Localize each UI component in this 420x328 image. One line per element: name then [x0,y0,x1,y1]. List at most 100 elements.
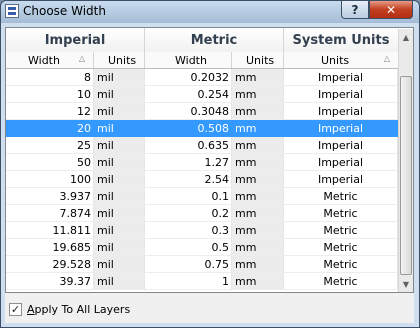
metric-units-cell[interactable]: mm [232,137,284,154]
imperial-units-cell[interactable]: mil [94,273,145,290]
imperial-units-cell[interactable]: mil [94,86,145,103]
system-units-cell[interactable]: Metric [284,239,398,256]
metric-units-cell[interactable]: mm [232,103,284,120]
column-header-system-units[interactable]: Units △ [284,52,398,68]
vertical-scrollbar[interactable]: ▲ ▼ [398,29,413,292]
imperial-width-cell[interactable]: 10 [6,86,94,103]
metric-width-cell[interactable]: 0.5 [145,239,232,256]
metric-units-cell[interactable]: mm [232,256,284,273]
table-row[interactable]: 19.685 mil 0.5 mm Metric [6,239,398,256]
imperial-units-cell[interactable]: mil [94,154,145,171]
metric-units-cell[interactable]: mm [232,273,284,290]
metric-units-cell[interactable]: mm [232,239,284,256]
system-units-cell[interactable]: Metric [284,256,398,273]
title-bar[interactable]: Choose Width ? ✕ [1,1,419,23]
imperial-width-cell[interactable]: 19.685 [6,239,94,256]
imperial-width-cell[interactable]: 100 [6,171,94,188]
imperial-units-cell[interactable]: mil [94,171,145,188]
column-header-metric-width[interactable]: Width [145,52,232,68]
metric-width-cell[interactable]: 1 [145,273,232,290]
sort-ascending-icon: △ [383,54,390,63]
system-units-cell[interactable]: Metric [284,273,398,290]
metric-width-cell[interactable]: 2.54 [145,171,232,188]
scroll-up-arrow-icon[interactable]: ▲ [399,29,413,45]
apply-to-all-layers-checkbox[interactable]: ✓ [9,303,22,316]
table-row[interactable]: 20 mil 0.508 mm Imperial [6,120,398,137]
table-row[interactable]: 29.528 mil 0.75 mm Metric [6,256,398,273]
group-header-system-units: System Units [292,32,390,48]
metric-units-cell[interactable]: mm [232,154,284,171]
system-units-cell[interactable]: Metric [284,222,398,239]
system-units-cell[interactable]: Imperial [284,154,398,171]
column-header-metric-units[interactable]: Units [232,52,284,68]
metric-width-cell[interactable]: 0.635 [145,137,232,154]
system-units-cell[interactable]: Imperial [284,86,398,103]
imperial-units-cell[interactable]: mil [94,69,145,86]
metric-width-cell[interactable]: 1.27 [145,154,232,171]
dialog-footer: ✓ Apply To All Layers [5,293,414,323]
column-header-imperial-width[interactable]: Width △ [6,52,94,68]
table-row[interactable]: 39.37 mil 1 mm Metric [6,273,398,290]
metric-width-cell[interactable]: 0.3 [145,222,232,239]
imperial-width-cell[interactable]: 50 [6,154,94,171]
imperial-units-cell[interactable]: mil [94,103,145,120]
table-row[interactable]: 50 mil 1.27 mm Imperial [6,154,398,171]
choose-width-dialog: Choose Width ? ✕ Imperial Metric System … [0,0,420,328]
imperial-width-cell[interactable]: 12 [6,103,94,120]
help-button[interactable]: ? [341,1,369,19]
system-units-cell[interactable]: Imperial [284,69,398,86]
metric-width-cell[interactable]: 0.75 [145,256,232,273]
column-header-imperial-units[interactable]: Units [94,52,145,68]
imperial-units-cell[interactable]: mil [94,239,145,256]
group-header-imperial: Imperial [6,28,145,52]
imperial-units-cell[interactable]: mil [94,188,145,205]
metric-width-cell[interactable]: 0.508 [145,120,232,137]
imperial-width-cell[interactable]: 39.37 [6,273,94,290]
table-row[interactable]: 12 mil 0.3048 mm Imperial [6,103,398,120]
dialog-client-area: Imperial Metric System Units Width △ Uni… [5,27,414,323]
metric-units-cell[interactable]: mm [232,120,284,137]
metric-units-cell[interactable]: mm [232,205,284,222]
scroll-down-arrow-icon[interactable]: ▼ [399,276,413,292]
metric-width-cell[interactable]: 0.3048 [145,103,232,120]
metric-units-cell[interactable]: mm [232,188,284,205]
imperial-width-cell[interactable]: 29.528 [6,256,94,273]
metric-units-cell[interactable]: mm [232,86,284,103]
close-button[interactable]: ✕ [369,1,413,19]
imperial-units-cell[interactable]: mil [94,205,145,222]
imperial-units-cell[interactable]: mil [94,256,145,273]
imperial-width-cell[interactable]: 11.811 [6,222,94,239]
scrollbar-thumb[interactable] [400,76,412,275]
table-row[interactable]: 7.874 mil 0.2 mm Metric [6,205,398,222]
metric-units-cell[interactable]: mm [232,222,284,239]
imperial-units-cell[interactable]: mil [94,137,145,154]
table-row[interactable]: 11.811 mil 0.3 mm Metric [6,222,398,239]
imperial-units-cell[interactable]: mil [94,120,145,137]
table-row[interactable]: 100 mil 2.54 mm Imperial [6,171,398,188]
system-units-cell[interactable]: Imperial [284,120,398,137]
table-row[interactable]: 10 mil 0.254 mm Imperial [6,86,398,103]
system-units-cell[interactable]: Imperial [284,137,398,154]
system-units-cell[interactable]: Imperial [284,103,398,120]
metric-units-cell[interactable]: mm [232,69,284,86]
imperial-width-cell[interactable]: 8 [6,69,94,86]
metric-width-cell[interactable]: 0.2 [145,205,232,222]
column-header-label: Units [321,53,350,67]
apply-to-all-layers-label[interactable]: Apply To All Layers [27,303,130,316]
table-row[interactable]: 3.937 mil 0.1 mm Metric [6,188,398,205]
imperial-width-cell[interactable]: 25 [6,137,94,154]
imperial-width-cell[interactable]: 20 [6,120,94,137]
metric-width-cell[interactable]: 0.254 [145,86,232,103]
system-units-cell[interactable]: Imperial [284,171,398,188]
system-units-cell[interactable]: Metric [284,205,398,222]
table-row[interactable]: 25 mil 0.635 mm Imperial [6,137,398,154]
metric-units-cell[interactable]: mm [232,171,284,188]
imperial-units-cell[interactable]: mil [94,222,145,239]
metric-width-cell[interactable]: 0.2032 [145,69,232,86]
imperial-width-cell[interactable]: 3.937 [6,188,94,205]
label-access-key: A [27,303,35,316]
metric-width-cell[interactable]: 0.1 [145,188,232,205]
system-units-cell[interactable]: Metric [284,188,398,205]
imperial-width-cell[interactable]: 7.874 [6,205,94,222]
table-row[interactable]: 8 mil 0.2032 mm Imperial [6,69,398,86]
